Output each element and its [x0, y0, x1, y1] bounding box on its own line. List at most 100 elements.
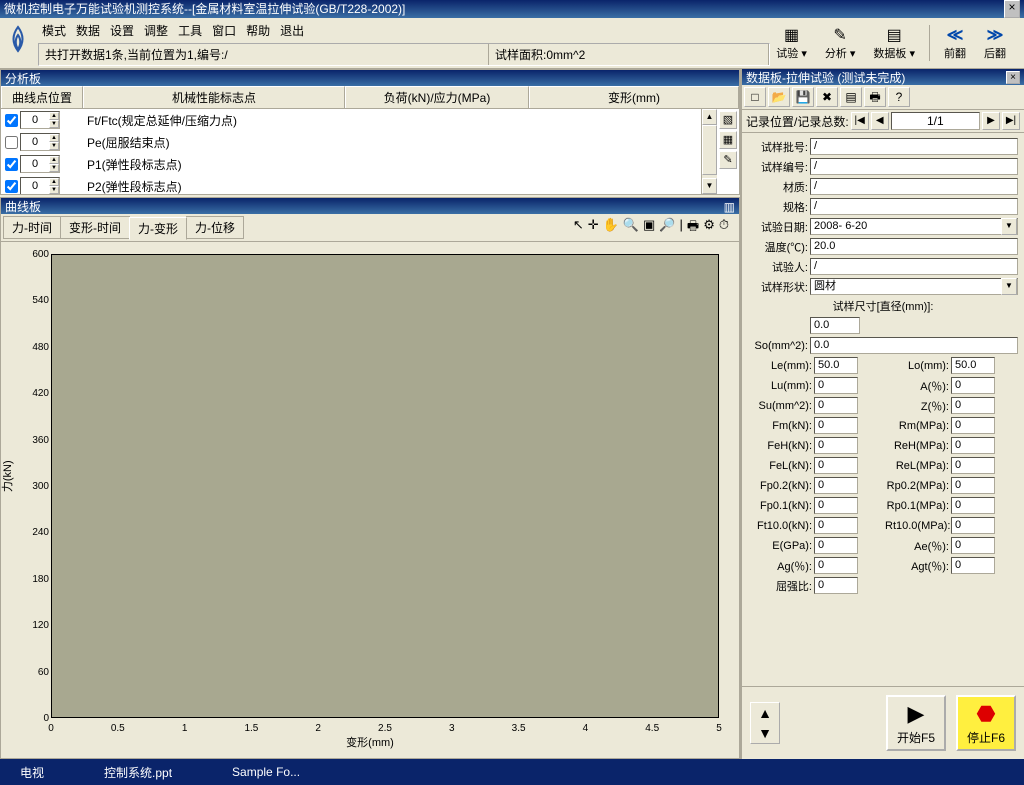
field-input[interactable]: 50.0	[951, 357, 995, 374]
field-input[interactable]: 0	[814, 517, 858, 534]
start-button[interactable]: ▶开始F5	[886, 695, 946, 751]
field-input[interactable]: 0	[951, 377, 995, 394]
taskbar-item[interactable]: 控制系统.ppt	[94, 762, 182, 783]
menu-帮助[interactable]: 帮助	[242, 20, 274, 41]
field-input[interactable]: /	[810, 138, 1018, 155]
taskbar-item[interactable]: 电视	[10, 762, 54, 783]
taskbar-item[interactable]: Sample Fo...	[222, 763, 310, 781]
chart-icon[interactable]: ▧	[719, 111, 737, 129]
tab-力-位移[interactable]: 力-位移	[186, 216, 244, 239]
tab-力-变形[interactable]: 力-变形	[129, 217, 187, 240]
field-input[interactable]: 0	[951, 437, 995, 454]
sep: |	[680, 217, 683, 239]
field-input[interactable]: /	[810, 258, 1018, 275]
zoom-area-icon[interactable]: ▣	[643, 217, 655, 239]
close-icon[interactable]: ×	[1004, 0, 1020, 18]
row-spinner[interactable]: ▲▼	[20, 155, 60, 173]
jog-updown[interactable]: ▲▼	[750, 702, 780, 744]
field-input[interactable]: 0	[814, 457, 858, 474]
field-input[interactable]: 0	[814, 417, 858, 434]
stop-button[interactable]: ⬣停止F6	[956, 695, 1016, 751]
open-icon[interactable]: 📂	[768, 87, 790, 107]
field-input[interactable]: 0.0	[810, 337, 1018, 354]
data-panel-close-icon[interactable]: ×	[1006, 71, 1020, 84]
toolbar-数据板[interactable]: ▤数据板 ▾	[867, 23, 921, 63]
field-input[interactable]: 50.0	[814, 357, 858, 374]
report-icon[interactable]: ▤	[840, 87, 862, 107]
chart-plot[interactable]	[51, 254, 719, 718]
new-icon[interactable]: □	[744, 87, 766, 107]
field-input[interactable]: 圆材	[810, 278, 1018, 295]
hand-icon[interactable]: ✋	[603, 217, 619, 239]
menu-设置[interactable]: 设置	[106, 20, 138, 41]
menu-模式[interactable]: 模式	[38, 20, 70, 41]
last-icon[interactable]: ▶|	[1002, 112, 1020, 130]
field-label: 试验日期:	[748, 219, 810, 235]
field-input[interactable]: 0	[951, 397, 995, 414]
menu-数据[interactable]: 数据	[72, 20, 104, 41]
row-spinner[interactable]: ▲▼	[20, 133, 60, 151]
field-label: Rp0.2(MPa):	[885, 480, 951, 492]
field-input[interactable]: 0	[814, 377, 858, 394]
field-label: FeL(kN):	[748, 460, 814, 472]
print-icon[interactable]: 🖶	[687, 217, 699, 239]
data-panel-title: 数据板-拉伸试验 (测试未完成)	[746, 69, 905, 86]
field-input[interactable]: 0	[814, 577, 858, 594]
row-checkbox[interactable]	[5, 180, 18, 193]
config-icon[interactable]: ⚙	[703, 217, 715, 239]
edit-icon[interactable]: ✎	[719, 151, 737, 169]
field-input[interactable]: 0	[951, 537, 995, 554]
prev-icon[interactable]: ◀	[871, 112, 889, 130]
field-input[interactable]: 0	[814, 497, 858, 514]
field-input[interactable]: 0	[951, 557, 995, 574]
field-input[interactable]: /	[810, 198, 1018, 215]
field-input[interactable]: 0	[814, 537, 858, 554]
menu-窗口[interactable]: 窗口	[208, 20, 240, 41]
field-label: Rt10.0(MPa):	[885, 520, 951, 532]
cross-icon[interactable]: ✛	[588, 217, 599, 239]
field-input[interactable]: 0	[814, 557, 858, 574]
toolbar-前翻[interactable]: ≪前翻	[938, 23, 972, 63]
toolbar-后翻[interactable]: ≫后翻	[978, 23, 1012, 63]
row-checkbox[interactable]	[5, 114, 18, 127]
field-input[interactable]: 0	[951, 417, 995, 434]
print2-icon[interactable]: 🖶	[864, 87, 886, 107]
menu-工具[interactable]: 工具	[174, 20, 206, 41]
field-label: 规格:	[748, 199, 810, 215]
field-input[interactable]: 2008- 6-20	[810, 218, 1018, 235]
delete-icon[interactable]: ✖	[816, 87, 838, 107]
ytick: 60	[19, 667, 49, 678]
field-input[interactable]: 0	[951, 497, 995, 514]
calc-icon[interactable]: ▦	[719, 131, 737, 149]
menu-退出[interactable]: 退出	[276, 20, 308, 41]
row-spinner[interactable]: ▲▼	[20, 177, 60, 194]
clock-icon[interactable]: ⏱	[719, 217, 729, 239]
field-input[interactable]: /	[810, 158, 1018, 175]
toolbar-试验[interactable]: ▦试验 ▾	[770, 23, 813, 63]
curve-tool-icon[interactable]: ▥	[724, 200, 735, 214]
next-icon[interactable]: ▶	[982, 112, 1000, 130]
pointer-icon[interactable]: ↖	[573, 217, 584, 239]
field-input[interactable]: 0	[814, 437, 858, 454]
field-input[interactable]: 0	[951, 517, 995, 534]
size-input[interactable]: 0.0	[810, 317, 860, 334]
field-input[interactable]: 20.0	[810, 238, 1018, 255]
row-checkbox[interactable]	[5, 158, 18, 171]
field-input[interactable]: 0	[951, 477, 995, 494]
zoom-icon[interactable]: 🔎	[659, 217, 675, 239]
menu-调整[interactable]: 调整	[140, 20, 172, 41]
first-icon[interactable]: |◀	[851, 112, 869, 130]
save-icon[interactable]: 💾	[792, 87, 814, 107]
field-input[interactable]: /	[810, 178, 1018, 195]
row-checkbox[interactable]	[5, 136, 18, 149]
field-input[interactable]: 0	[814, 397, 858, 414]
zoom-in-icon[interactable]: 🔍	[623, 217, 639, 239]
toolbar-分析[interactable]: ✎分析 ▾	[819, 23, 862, 63]
field-input[interactable]: 0	[814, 477, 858, 494]
tab-力-时间[interactable]: 力-时间	[3, 216, 61, 239]
field-input[interactable]: 0	[951, 457, 995, 474]
tab-变形-时间[interactable]: 变形-时间	[60, 216, 130, 239]
row-spinner[interactable]: ▲▼	[20, 111, 60, 129]
help-icon[interactable]: ?	[888, 87, 910, 107]
analysis-scrollbar[interactable]: ▲▼	[701, 109, 717, 194]
